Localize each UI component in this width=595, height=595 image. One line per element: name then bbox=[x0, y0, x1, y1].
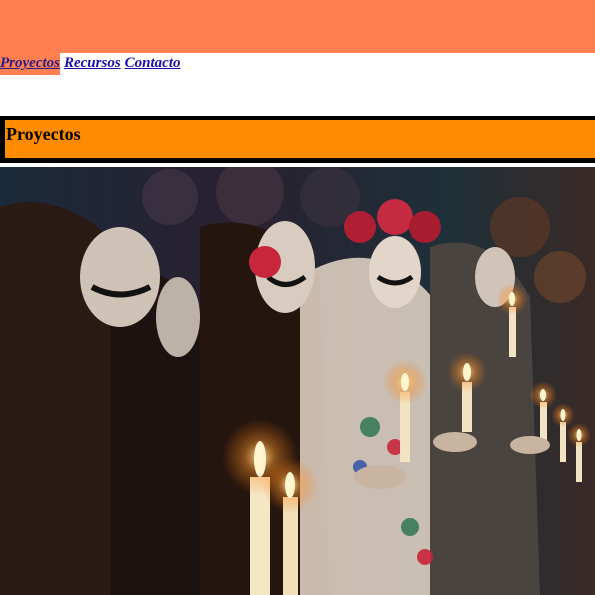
section-title: Proyectos bbox=[6, 124, 81, 144]
nav-link-contacto[interactable]: Contacto bbox=[125, 53, 181, 73]
main-nav: Proyectos Recursos Contacto bbox=[0, 53, 185, 75]
nav-link-recursos[interactable]: Recursos bbox=[64, 53, 121, 73]
nav-link-proyectos[interactable]: Proyectos bbox=[0, 53, 60, 75]
hero-photo bbox=[0, 167, 595, 595]
top-banner bbox=[0, 0, 595, 53]
section-header: Proyectos bbox=[0, 116, 595, 163]
